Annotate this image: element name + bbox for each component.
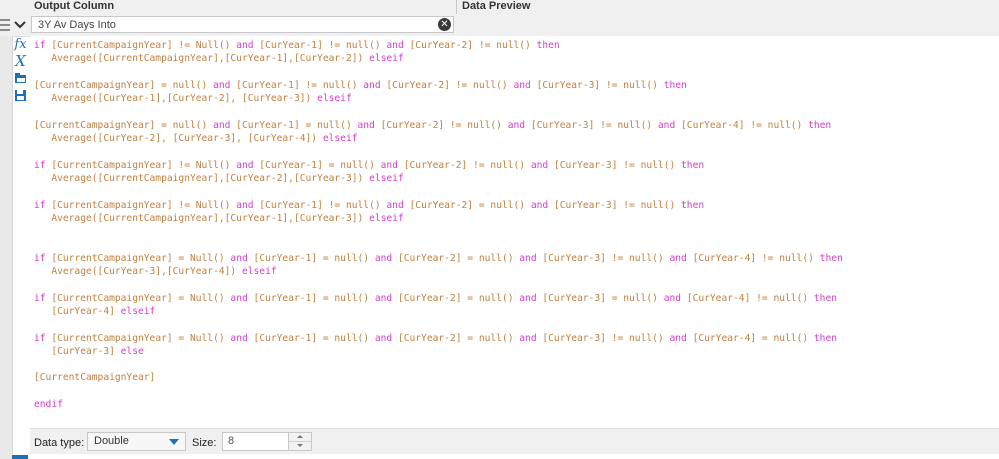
header-divider <box>456 0 457 14</box>
code-line: [CurrentCampaignYear] = null() and [CurY… <box>34 119 832 131</box>
code-line: [CurrentCampaignYear] <box>34 372 156 384</box>
dropdown-arrow-icon[interactable] <box>169 439 179 445</box>
keyword: else <box>120 345 144 357</box>
keyword: and <box>374 292 393 304</box>
keyword: elseif <box>369 172 404 184</box>
code-line: if [CurrentCampaignYear] != Null() and [… <box>34 199 705 211</box>
keyword: then <box>681 199 705 211</box>
keyword: if <box>34 40 46 51</box>
keyword: then <box>819 252 843 264</box>
keyword: then <box>681 159 705 171</box>
open-icon[interactable] <box>13 72 28 87</box>
save-icon[interactable] <box>13 89 28 104</box>
code-line: Average([CurYear-3],[CurYear-4]) elseif <box>51 266 277 278</box>
size-stepper[interactable] <box>288 432 312 451</box>
keyword: and <box>507 119 526 131</box>
function-icon[interactable]: fx <box>13 37 28 52</box>
keyword: and <box>236 40 254 51</box>
keyword: endif <box>34 399 63 411</box>
keyword: then <box>813 292 837 304</box>
keyword: and <box>663 292 682 304</box>
keyword: then <box>813 332 837 344</box>
keyword: and <box>513 79 531 91</box>
keyword: if <box>34 159 46 171</box>
code-line: [CurYear-3] else <box>34 345 144 357</box>
keyword: if <box>34 199 46 211</box>
keyword: and <box>380 159 398 171</box>
code-line: Average([CurrentCampaignYear],[CurYear-1… <box>51 53 404 65</box>
keyword: and <box>236 199 254 211</box>
clear-icon[interactable]: ✕ <box>438 18 451 31</box>
keyword: and <box>519 252 537 264</box>
keyword: and <box>213 119 231 131</box>
column-header-row: Output Column Data Preview <box>0 0 999 14</box>
code-line: if [CurrentCampaignYear] = Null() and [C… <box>34 252 843 264</box>
code-line: Average([CurrentCampaignYear],[CurYear-2… <box>51 172 404 184</box>
size-label: Size: <box>192 437 217 449</box>
code-line: [CurYear-4] elseif <box>34 305 156 317</box>
keyword: and <box>386 199 404 211</box>
keyword: elseif <box>241 266 277 278</box>
output-column-header: Output Column <box>34 0 115 12</box>
keyword: elseif <box>369 212 404 224</box>
keyword: then <box>663 79 687 91</box>
decrement-icon[interactable] <box>289 442 311 450</box>
code-line: if [CurrentCampaignYear] = Null() and [C… <box>34 292 837 304</box>
keyword: and <box>213 79 231 91</box>
keyword: if <box>34 332 46 344</box>
keyword: if <box>34 292 46 304</box>
code-line: if [CurrentCampaignYear] = Null() and [C… <box>34 332 837 344</box>
status-strip <box>12 454 999 459</box>
variable-icon[interactable]: X <box>13 54 28 69</box>
data-type-label: Data type: <box>34 437 85 449</box>
keyword: elseif <box>120 305 156 317</box>
increment-icon[interactable] <box>289 433 311 442</box>
keyword: elseif <box>317 93 352 105</box>
status-marker <box>12 455 28 459</box>
data-type-value: Double <box>94 435 129 447</box>
keyword: and <box>519 292 537 304</box>
code-line: if [CurrentCampaignYear] != Null() and [… <box>34 159 705 171</box>
code-line: Average([CurYear-2], [CurYear-3], [CurYe… <box>51 133 358 145</box>
keyword: and <box>386 40 404 51</box>
chevron-down-icon[interactable] <box>12 17 28 33</box>
code-line: if [CurrentCampaignYear] != Null() and [… <box>34 40 560 51</box>
keyword: and <box>230 252 248 264</box>
keyword: elseif <box>322 133 358 145</box>
expression-editor[interactable]: if [CurrentCampaignYear] != Null() and [… <box>30 36 999 428</box>
keyword: then <box>808 119 832 131</box>
keyword: and <box>374 332 393 344</box>
code-line: [CurrentCampaignYear] = null() and [CurY… <box>34 79 687 91</box>
keyword: and <box>374 252 393 264</box>
keyword: and <box>363 79 381 91</box>
size-value: 8 <box>228 435 235 447</box>
keyword: and <box>657 119 676 131</box>
data-preview-header: Data Preview <box>462 0 531 12</box>
keyword: and <box>357 119 375 131</box>
keyword: and <box>669 252 687 264</box>
keyword: and <box>230 332 248 344</box>
expression-code[interactable]: if [CurrentCampaignYear] != Null() and [… <box>34 39 843 411</box>
field-properties-bar: Data type: Double Size: 8 <box>30 428 999 455</box>
code-line: endif <box>34 399 63 410</box>
keyword: and <box>519 332 537 344</box>
expression-toolbox: fx X <box>12 36 29 106</box>
keyword: and <box>669 332 687 344</box>
data-type-select[interactable]: Double <box>87 432 186 451</box>
keyword: if <box>34 252 46 264</box>
menu-icon[interactable] <box>0 16 10 34</box>
keyword: and <box>530 199 549 211</box>
keyword: then <box>536 40 560 51</box>
keyword: elseif <box>369 53 404 65</box>
output-column-value: 3Y Av Days Into <box>38 19 116 31</box>
output-column-input[interactable]: 3Y Av Days Into ✕ <box>31 16 454 33</box>
code-line: Average([CurrentCampaignYear],[CurYear-1… <box>51 212 404 224</box>
keyword: and <box>236 159 254 171</box>
code-line: Average([CurYear-1],[CurYear-2], [CurYea… <box>51 93 352 105</box>
keyword: and <box>530 159 549 171</box>
keyword: and <box>230 292 248 304</box>
